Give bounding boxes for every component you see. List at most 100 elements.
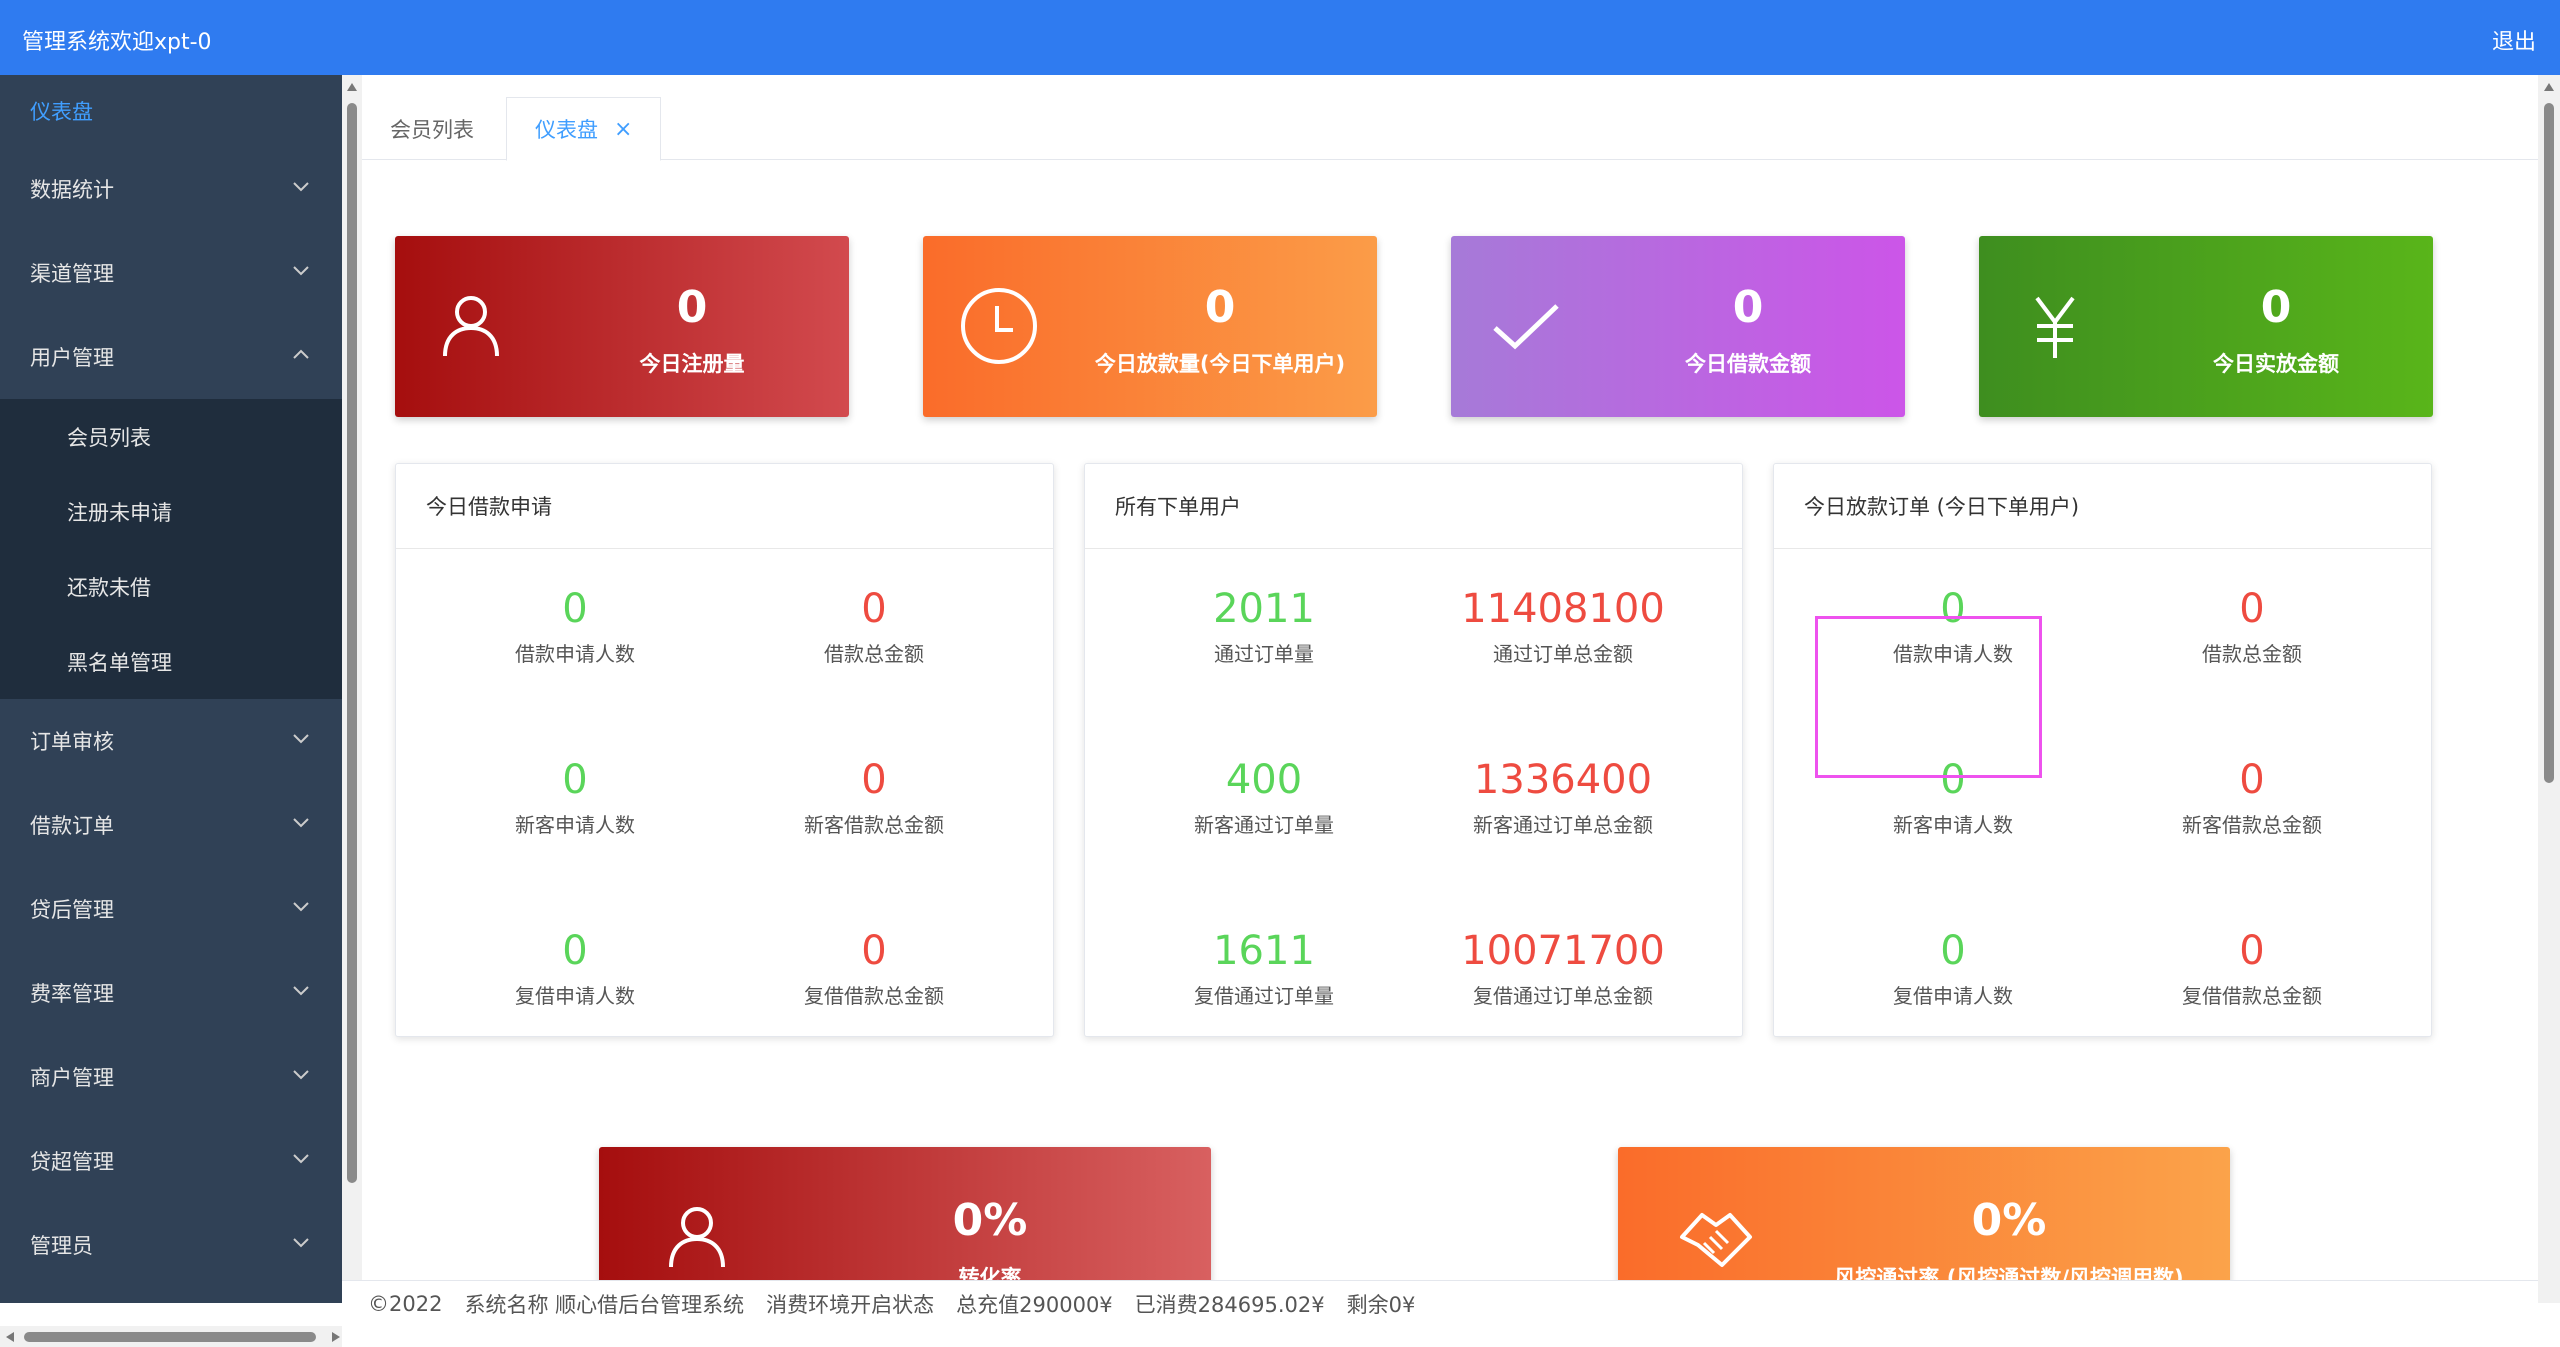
tab-dashboard[interactable]: 仪表盘 ×: [506, 97, 662, 161]
sidebar-horizontal-scrollbar[interactable]: [0, 1326, 342, 1347]
scroll-left-arrow[interactable]: [6, 1332, 14, 1342]
sidebar-item-loan-market[interactable]: 贷超管理: [0, 1119, 342, 1203]
stat-card-conversion-rate: 0% 转化率: [599, 1147, 1211, 1280]
metric-value: 0: [861, 928, 887, 974]
sidebar: 仪表盘 数据统计 渠道管理 用户管理 会员列表 注册未申请 还款未借 黑名单管理…: [0, 75, 342, 1303]
sidebar-subitem-registered-not-applied[interactable]: 注册未申请: [0, 474, 342, 549]
footer-system-name: 系统名称 顺心借后台管理系统: [464, 1292, 745, 1317]
metric-caption: 复借借款总金额: [804, 984, 944, 1008]
metric-cell: 0 复借申请人数: [1803, 926, 2103, 1009]
metric-caption: 借款申请人数: [515, 642, 635, 666]
sidebar-item-label: 数据统计: [30, 178, 114, 202]
sidebar-item-user-mgmt[interactable]: 用户管理: [0, 315, 342, 399]
metric-caption: 借款总金额: [2202, 642, 2302, 666]
metric-caption: 复借借款总金额: [2182, 984, 2322, 1008]
metric-value: 0: [1940, 928, 1966, 974]
metric-cell: 0 复借借款总金额: [2102, 926, 2402, 1009]
stat-label: 今日放款量(今日下单用户): [1094, 352, 1346, 376]
check-icon: [1487, 286, 1567, 366]
footer: ©2022 系统名称 顺心借后台管理系统 消费环境开启状态 总充值290000¥…: [342, 1280, 2538, 1326]
sidebar-item-label: 用户管理: [30, 346, 114, 370]
metric-caption: 新客通过订单量: [1194, 813, 1334, 837]
metric-value: 0: [562, 928, 588, 974]
stat-card-today-disbursed: 0 今日实放金额: [1979, 236, 2433, 417]
metric-caption: 通过订单量: [1214, 642, 1314, 666]
stat-value: 0%: [952, 1195, 1028, 1246]
sidebar-item-loan-orders[interactable]: 借款订单: [0, 783, 342, 867]
metric-value: 2011: [1213, 586, 1315, 632]
scrollbar-thumb[interactable]: [2544, 103, 2554, 783]
metric-caption: 新客借款总金额: [2182, 813, 2322, 837]
metric-caption: 通过订单总金额: [1493, 642, 1633, 666]
metric-cell: 0 新客借款总金额: [724, 755, 1024, 838]
sidebar-item-label: 费率管理: [30, 982, 114, 1006]
sidebar-item-post-loan[interactable]: 贷后管理: [0, 867, 342, 951]
metric-value: 0: [861, 586, 887, 632]
sidebar-item-order-review[interactable]: 订单审核: [0, 699, 342, 783]
stat-value: 0: [676, 282, 708, 333]
metric-value: 400: [1225, 757, 1303, 803]
sidebar-item-rate[interactable]: 费率管理: [0, 951, 342, 1035]
close-icon[interactable]: ×: [614, 117, 632, 142]
metric-cell: 11408100 通过订单总金额: [1413, 584, 1713, 667]
metric-value: 1336400: [1473, 757, 1653, 803]
sidebar-item-label: 商户管理: [30, 1066, 114, 1090]
stat-label: 转化率: [958, 1266, 1022, 1280]
scroll-up-arrow[interactable]: [2544, 83, 2554, 91]
metric-cell: 0 新客申请人数: [425, 755, 725, 838]
sidebar-subitem-member-list[interactable]: 会员列表: [0, 399, 342, 474]
scroll-right-arrow[interactable]: [332, 1332, 340, 1342]
chevron-up-icon: [290, 343, 312, 365]
sidebar-item-admin[interactable]: 管理员: [0, 1203, 342, 1287]
sidebar-item-label: 仪表盘: [30, 100, 93, 124]
stat-value: 0: [1204, 282, 1236, 333]
page-scrollbar-right[interactable]: [2538, 75, 2560, 1303]
chevron-down-icon: [290, 979, 312, 1001]
user-icon: [657, 1197, 737, 1277]
logout-link[interactable]: 退出: [2492, 24, 2536, 56]
metric-cell: 0 新客借款总金额: [2102, 755, 2402, 838]
panel-title: 所有下单用户: [1085, 464, 1742, 549]
app-title: 管理系统欢迎xpt-0: [22, 30, 212, 55]
metric-value: 0: [2239, 928, 2265, 974]
metric-cell: 400 新客通过订单量: [1114, 755, 1414, 838]
metric-value: 11408100: [1461, 586, 1665, 632]
metric-caption: 新客申请人数: [1893, 813, 2013, 837]
highlight-box: [1815, 616, 2042, 778]
top-header: 管理系统欢迎xpt-0 退出: [0, 0, 2560, 75]
stat-label: 今日借款金额: [1685, 352, 1811, 376]
chevron-down-icon: [290, 1231, 312, 1253]
tab-member-list[interactable]: 会员列表: [362, 97, 502, 160]
scroll-up-arrow[interactable]: [347, 83, 357, 91]
metric-caption: 新客申请人数: [515, 813, 635, 837]
sidebar-item-merchant[interactable]: 商户管理: [0, 1035, 342, 1119]
sidebar-item-dashboard[interactable]: 仪表盘: [0, 75, 342, 147]
user-icon: [431, 286, 511, 366]
metric-cell: 0 借款申请人数: [425, 584, 725, 667]
metric-caption: 复借通过订单量: [1194, 984, 1334, 1008]
content-scrollbar-left[interactable]: [342, 75, 362, 1303]
sidebar-subitem-blacklist[interactable]: 黑名单管理: [0, 624, 342, 699]
metric-cell: 0 借款总金额: [2102, 584, 2402, 667]
metric-cell: 0 复借借款总金额: [724, 926, 1024, 1009]
metric-caption: 复借通过订单总金额: [1473, 984, 1653, 1008]
sidebar-item-channel[interactable]: 渠道管理: [0, 231, 342, 315]
scrollbar-thumb[interactable]: [24, 1332, 316, 1342]
stat-value: 0%: [1971, 1195, 2047, 1246]
submenu-user-mgmt: 会员列表 注册未申请 还款未借 黑名单管理: [0, 399, 342, 699]
metric-value: 0: [861, 757, 887, 803]
metric-cell: 0 借款总金额: [724, 584, 1024, 667]
metric-value: 0: [2239, 586, 2265, 632]
sidebar-item-label: 借款订单: [30, 814, 114, 838]
chevron-down-icon: [290, 175, 312, 197]
metric-caption: 复借申请人数: [515, 984, 635, 1008]
main-content: 会员列表 仪表盘 × 0 今日注册量 0 今日放款量(今日下单用户) 0 今日借…: [362, 75, 2538, 1280]
chevron-down-icon: [290, 727, 312, 749]
metric-cell: 1611 复借通过订单量: [1114, 926, 1414, 1009]
scrollbar-thumb[interactable]: [347, 103, 357, 1183]
sidebar-item-data-stats[interactable]: 数据统计: [0, 147, 342, 231]
footer-total-recharge: 总充值290000¥: [956, 1292, 1113, 1317]
metric-value: 1611: [1213, 928, 1315, 974]
sidebar-subitem-repaid-not-borrowed[interactable]: 还款未借: [0, 549, 342, 624]
metric-caption: 复借申请人数: [1893, 984, 2013, 1008]
